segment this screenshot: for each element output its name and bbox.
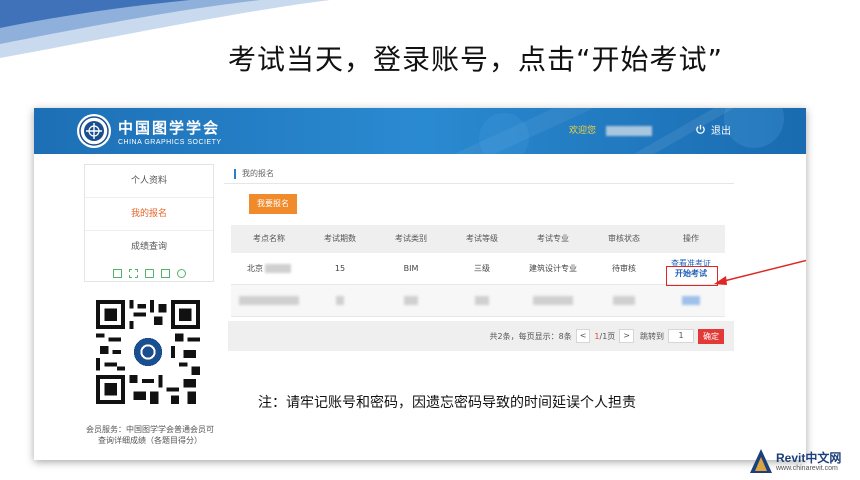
sidebar-item-my-registration[interactable]: 我的报名: [85, 198, 213, 231]
total-pages: /1页: [599, 331, 616, 341]
cell-major-redacted: [515, 285, 591, 316]
logout-button[interactable]: 退出: [695, 122, 731, 137]
red-arrow-annotation: [714, 259, 806, 285]
redacted-text: [475, 296, 489, 305]
expand-icon[interactable]: [128, 268, 138, 278]
cell-category-redacted: [373, 285, 449, 316]
redacted-text: [404, 296, 418, 305]
cell-period-redacted: [307, 285, 373, 316]
logo-english-name: CHINA GRAPHICS SOCIETY: [118, 138, 222, 146]
website-screenshot: 中国图学学会 CHINA GRAPHICS SOCIETY 欢迎您 退出 个人资…: [34, 108, 806, 460]
breadcrumb: 我的报名: [224, 164, 734, 184]
redacted-text: [533, 296, 573, 305]
revit-logo-icon: [750, 449, 772, 473]
redacted-username: [606, 125, 653, 136]
sidebar-item-score-query[interactable]: 成绩查询: [85, 231, 213, 264]
redacted-text: [613, 296, 635, 305]
document-icon[interactable]: [112, 268, 122, 278]
slide: 考试当天，登录账号，点击“开始考试” 中国图学学会 CHINA GRAPHICS…: [0, 0, 860, 480]
pagination-summary: 共2条，每页显示：8条: [489, 331, 572, 341]
next-page-button[interactable]: >: [619, 329, 634, 343]
column-header-site: 考点名称: [253, 234, 285, 243]
logo-chinese-name: 中国图学学会: [118, 118, 221, 137]
settings-icon[interactable]: [176, 268, 186, 278]
page-indicator: 1/1页: [594, 331, 615, 342]
cell-operations-redacted: [657, 285, 725, 316]
revit-watermark: Revit中文网 www.chinarevit.com: [748, 447, 856, 477]
table-row: 北京 15 BIM 三级 建筑设计专业 待审核 查看准考证 开始考试: [231, 253, 725, 285]
page-number-input[interactable]: 1: [668, 329, 694, 343]
cell-level: 三级: [474, 264, 490, 273]
sidebar-tool-icons: [84, 265, 214, 281]
cell-site-redacted: [231, 285, 307, 316]
jump-label: 跳转到: [640, 331, 664, 341]
redacted-text: [239, 296, 299, 305]
column-header-period: 考试期数: [324, 234, 356, 243]
revit-site-name: Revit中文网: [776, 451, 842, 465]
redacted-link[interactable]: [682, 296, 700, 305]
cell-period: 15: [334, 264, 346, 273]
logo-text: 中国图学学会 CHINA GRAPHICS SOCIETY: [118, 117, 222, 146]
society-seal-icon: [77, 114, 111, 148]
welcome-label: 欢迎您: [569, 126, 597, 136]
logout-label: 退出: [711, 126, 731, 137]
slide-title: 考试当天，登录账号，点击“开始考试”: [228, 43, 724, 76]
revit-site-url: www.chinarevit.com: [776, 465, 838, 472]
cell-site: 北京: [231, 253, 307, 284]
column-header-level: 考试等级: [466, 234, 498, 243]
image-icon[interactable]: [160, 268, 170, 278]
column-header-operation: 操作: [683, 234, 699, 243]
site-name: 北京: [247, 264, 263, 273]
member-service-note: 会员服务：中国图学学会普通会员可查询详细成绩（各题目得分）: [86, 425, 214, 445]
column-header-status: 审核状态: [608, 234, 640, 243]
pagination: 共2条，每页显示：8条 < 1/1页 > 跳转到 1 确定: [228, 321, 734, 351]
cell-status: 待审核: [612, 264, 636, 273]
copy-icon[interactable]: [144, 268, 154, 278]
site-header: 中国图学学会 CHINA GRAPHICS SOCIETY 欢迎您 退出: [34, 108, 806, 154]
password-notice: 注：请牢记账号和密码，因遗忘密码导致的时间延误个人担责: [258, 395, 636, 411]
sidebar-item-profile[interactable]: 个人资料: [85, 165, 213, 198]
column-header-category: 考试类别: [395, 234, 427, 243]
prev-page-button[interactable]: <: [575, 329, 591, 343]
redacted-text: [336, 296, 344, 305]
confirm-jump-button[interactable]: 确定: [698, 328, 724, 344]
power-icon: [696, 124, 705, 134]
qr-code: [96, 300, 200, 404]
society-logo[interactable]: 中国图学学会 CHINA GRAPHICS SOCIETY: [76, 113, 222, 149]
table-row: [231, 285, 725, 317]
registration-table: 考点名称 考试期数 考试类别 考试等级 考试专业 审核状态 操作 北京 15 B…: [231, 225, 725, 317]
column-header-major: 考试专业: [537, 234, 569, 243]
welcome-text: 欢迎您: [569, 123, 653, 136]
redacted-site: [265, 264, 291, 273]
cell-major: 建筑设计专业: [529, 264, 577, 273]
cell-level-redacted: [449, 285, 515, 316]
cell-status-redacted: [591, 285, 657, 316]
cell-category: BIM: [403, 264, 419, 273]
table-header: 考点名称 考试期数 考试类别 考试等级 考试专业 审核状态 操作: [231, 225, 725, 253]
apply-button[interactable]: 我要报名: [249, 194, 297, 214]
